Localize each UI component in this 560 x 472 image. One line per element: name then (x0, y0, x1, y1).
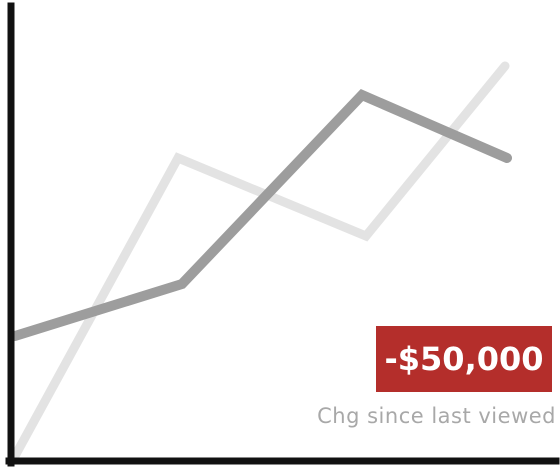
line-chart (5, 2, 560, 467)
change-value-badge: -$50,000 (376, 326, 552, 392)
change-caption: Chg since last viewed (317, 404, 556, 428)
series-dark-line (10, 89, 512, 341)
